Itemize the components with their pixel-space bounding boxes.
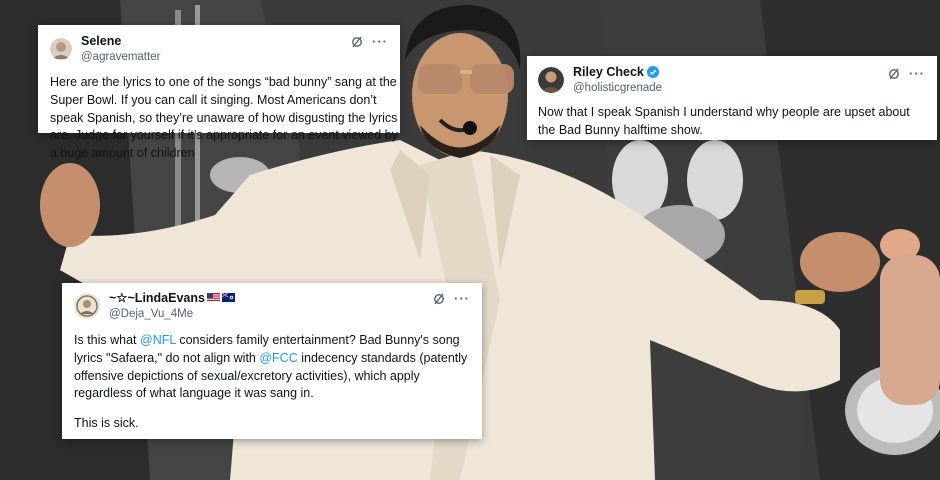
tweet-paragraph: This is sick. [74,416,139,430]
verified-badge-icon [646,66,659,78]
tweet-tools: ··· [433,292,470,305]
tweet-card-riley[interactable]: Riley Check @holisticgrenade ··· Now tha… [527,56,937,140]
tweet-text: Now that I speak Spanish I understand wh… [538,105,910,137]
more-options-icon[interactable]: ··· [372,35,388,48]
avatar[interactable] [50,38,72,60]
display-name[interactable]: ~☆~LindaEvans [109,291,205,305]
us-flag-icon [206,293,220,302]
more-options-icon[interactable]: ··· [909,67,925,80]
grok-icon[interactable] [351,36,363,48]
tweet-card-selene[interactable]: Selene @agravematter ··· Here are the ly… [38,25,400,160]
tweet-card-linda[interactable]: ~☆~LindaEvans @Deja_Vu_4Me ··· Is this w… [62,283,482,439]
grok-icon[interactable] [888,68,900,80]
tweet-text: Here are the lyrics to one of the songs … [50,75,398,160]
handle[interactable]: @holisticgrenade [573,81,662,95]
display-name[interactable]: Selene [81,34,160,50]
mention-link-fcc[interactable]: @FCC [259,351,297,365]
tweet-text: Is this what @NFL considers family enter… [74,332,469,433]
tweet-tools: ··· [888,67,925,80]
mention-link-nfl[interactable]: @NFL [140,333,176,347]
cayman-flag-icon [221,293,235,302]
grok-icon[interactable] [433,293,445,305]
handle[interactable]: @agravematter [81,50,160,64]
collage-background: Selene @agravematter ··· Here are the ly… [0,0,940,480]
avatar[interactable] [74,293,100,319]
display-name[interactable]: Riley Check [573,65,644,79]
tweet-header: ~☆~LindaEvans @Deja_Vu_4Me [74,291,470,321]
tweet-tools: ··· [351,35,388,48]
tweet-header: Riley Check @holisticgrenade [538,65,926,95]
tweet-paragraph: Is this what @NFL considers family enter… [74,333,468,401]
handle[interactable]: @Deja_Vu_4Me [109,307,235,321]
more-options-icon[interactable]: ··· [454,292,470,305]
avatar[interactable] [538,67,564,93]
tweet-header: Selene @agravematter [50,34,388,64]
